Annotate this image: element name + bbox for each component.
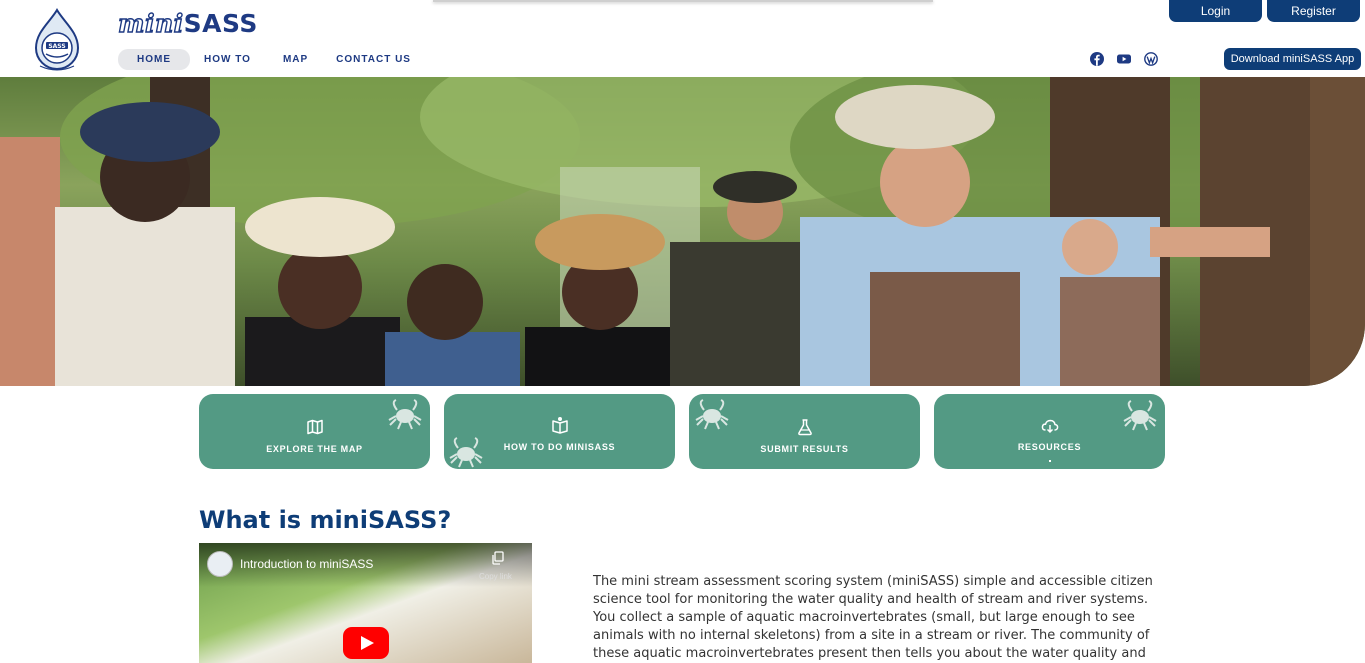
crab-icon [449, 437, 483, 468]
nav-home[interactable]: HOME [118, 49, 190, 70]
card-how-to[interactable]: HOW TO DO MINISASS [444, 394, 675, 469]
feature-cards: EXPLORE THE MAP HOW TO DO MINISASS SUBMI [199, 394, 1165, 469]
intro-video[interactable]: Introduction to miniSASS Copy link [199, 543, 532, 663]
login-button[interactable]: Login [1169, 0, 1262, 22]
channel-avatar[interactable] [207, 551, 233, 577]
crab-icon [695, 399, 729, 430]
crab-icon [1123, 400, 1157, 431]
book-icon [551, 417, 568, 434]
nav-how-to[interactable]: HOW TO [190, 49, 265, 70]
map-icon [306, 419, 323, 435]
flask-icon [797, 419, 812, 436]
hero-illustration [0, 77, 1365, 386]
nav-contact-us[interactable]: CONTACT US [322, 49, 425, 70]
facebook-icon[interactable] [1090, 52, 1104, 66]
decorative-dot [1049, 460, 1051, 462]
brand-sass: SASS [183, 9, 258, 38]
play-button[interactable] [343, 627, 389, 659]
description-text: The mini stream assessment scoring syste… [593, 574, 1153, 661]
video-title[interactable]: Introduction to miniSASS [240, 557, 373, 571]
youtube-icon[interactable] [1117, 52, 1131, 66]
card-resources[interactable]: RESOURCES [934, 394, 1165, 469]
minisass-logo-icon[interactable]: SASS [26, 8, 88, 74]
wordpress-icon[interactable] [1144, 52, 1158, 66]
play-icon [361, 636, 374, 650]
svg-text:SASS: SASS [48, 43, 65, 50]
card-submit-results[interactable]: SUBMIT RESULTS [689, 394, 920, 469]
card-label: SUBMIT RESULTS [760, 444, 849, 454]
top-overlay-bar [433, 0, 933, 2]
nav-map[interactable]: MAP [269, 49, 322, 70]
section-title: What is miniSASS? [199, 506, 452, 534]
main-nav: HOME HOW TO MAP CONTACT US [118, 49, 425, 70]
card-label: EXPLORE THE MAP [266, 444, 363, 454]
page: SASS miniSASS HOME HOW TO MAP CONTACT US… [0, 0, 1365, 663]
card-explore-map[interactable]: EXPLORE THE MAP [199, 394, 430, 469]
hero-image [0, 77, 1365, 386]
register-button[interactable]: Register [1267, 0, 1360, 22]
auth-buttons: Login Register [1169, 0, 1360, 22]
copy-icon[interactable] [491, 551, 505, 565]
brand-mini: mini [117, 8, 184, 38]
brand-wordmark[interactable]: miniSASS [117, 8, 258, 39]
card-label: RESOURCES [1017, 442, 1082, 452]
copy-link-label[interactable]: Copy link [479, 572, 512, 581]
crab-icon [388, 399, 422, 430]
download-app-button[interactable]: Download miniSASS App [1224, 48, 1361, 70]
cloud-download-icon [1041, 419, 1058, 434]
site-header: SASS miniSASS HOME HOW TO MAP CONTACT US… [0, 0, 1365, 77]
social-links [1090, 52, 1158, 66]
